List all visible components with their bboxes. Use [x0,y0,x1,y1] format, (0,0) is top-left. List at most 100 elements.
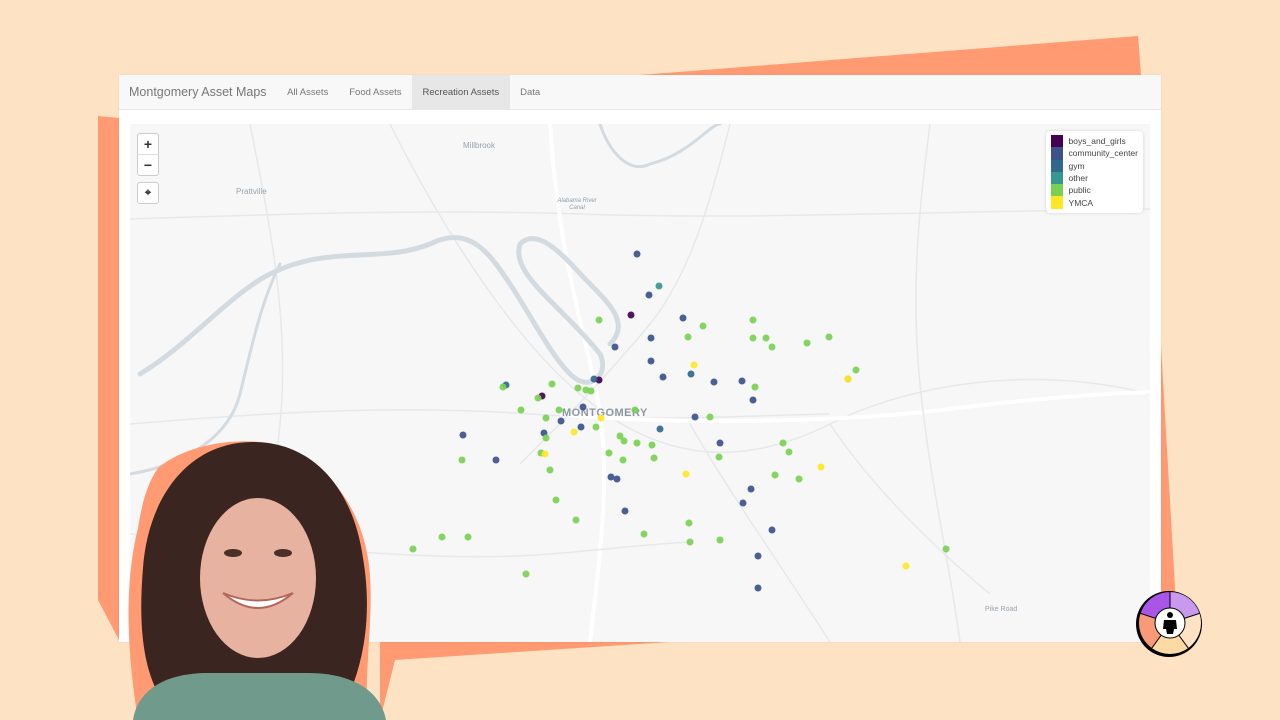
map-marker-community-center[interactable] [633,250,641,257]
tab-all-assets[interactable]: All Assets [277,75,339,109]
map-marker-community-center[interactable] [738,377,746,385]
locate-icon[interactable]: ⌖ [138,183,158,203]
map-marker-public[interactable] [749,316,757,324]
map-marker-public[interactable] [546,466,554,474]
map-marker-public[interactable] [762,334,770,342]
map-marker-community-center[interactable] [768,526,776,534]
map-marker-public[interactable] [592,423,600,431]
highway [559,390,1150,423]
map-marker-community-center[interactable] [611,343,618,351]
map-marker-gym[interactable] [590,375,598,383]
zoom-control: + − [137,133,159,176]
map-marker-public[interactable] [572,516,580,524]
map-marker-community-center[interactable] [613,475,621,483]
map-marker-public[interactable] [587,387,595,395]
map-marker-other[interactable] [655,282,663,290]
map-marker-community-center[interactable] [459,431,467,439]
map-marker-ymca[interactable] [817,463,825,471]
map-marker-public[interactable] [438,533,446,541]
map-marker-public[interactable] [771,471,779,479]
eye [274,549,292,557]
map-marker-public[interactable] [785,448,793,456]
map-marker-public[interactable] [749,334,757,342]
map-marker-public[interactable] [715,453,723,461]
map-marker-community-center[interactable] [621,507,629,515]
map-marker-public[interactable] [686,538,694,545]
map-marker-community-center[interactable] [710,378,718,386]
map-marker-public[interactable] [852,366,860,374]
map-marker-public[interactable] [779,439,787,447]
app-brand[interactable]: Montgomery Asset Maps [119,75,277,109]
map-marker-community-center[interactable] [691,413,699,421]
map-marker-public[interactable] [684,333,692,341]
map-marker-public[interactable] [605,449,613,457]
map-marker-community-center[interactable] [647,334,655,342]
map-marker-public[interactable] [795,475,803,483]
map-marker-boys-and-girls[interactable] [627,311,635,319]
map-marker-community-center[interactable] [754,584,762,592]
map-marker-public[interactable] [716,536,724,544]
map-marker-ymca[interactable] [682,470,690,478]
map-marker-public[interactable] [534,394,542,402]
map-marker-community-center[interactable] [749,396,757,404]
map-marker-public[interactable] [542,434,550,442]
map-marker-community-center[interactable] [579,403,587,411]
map-marker-public[interactable] [458,456,465,464]
person-wheel-logo [1136,591,1202,657]
map-marker-public[interactable] [548,380,556,388]
map-marker-gym[interactable] [687,370,695,378]
map-marker-community-center[interactable] [645,291,653,299]
map-marker-ymca[interactable] [597,414,605,422]
map-marker-public[interactable] [942,545,950,553]
map-marker-public[interactable] [706,413,714,421]
map-marker-public[interactable] [517,406,525,414]
map-marker-ymca[interactable] [570,428,578,436]
map-marker-community-center[interactable] [492,456,500,464]
map-marker-gym[interactable] [656,425,664,433]
map-marker-public[interactable] [542,414,550,422]
map-marker-ymca[interactable] [541,450,549,458]
legend-label: YMCA [1068,197,1094,208]
map-marker-public[interactable] [620,437,628,445]
map-marker-public[interactable] [522,570,530,578]
map-marker-community-center[interactable] [577,423,585,431]
map-marker-public[interactable] [699,322,707,329]
map-marker-public[interactable] [595,316,603,324]
map-marker-public[interactable] [631,406,639,414]
zoom-in-button[interactable]: + [138,134,158,154]
map-marker-public[interactable] [751,383,759,391]
map-marker-ymca[interactable] [690,361,698,369]
map-marker-public[interactable] [409,545,417,553]
map-marker-public[interactable] [803,339,811,347]
legend-swatch [1050,171,1063,185]
map-marker-public[interactable] [825,333,833,341]
map-marker-community-center[interactable] [739,499,747,507]
tab-food-assets[interactable]: Food Assets [339,75,412,109]
map-marker-public[interactable] [633,439,641,447]
map-marker-public[interactable] [619,456,627,464]
map-marker-public[interactable] [499,383,507,391]
zoom-out-button[interactable]: − [138,154,158,175]
legend-swatch [1050,135,1063,148]
map-marker-public[interactable] [648,441,656,449]
place-label-prattville: Prattville [236,187,267,196]
map-marker-community-center[interactable] [716,439,724,447]
map-marker-public[interactable] [555,406,563,414]
tab-recreation-assets[interactable]: Recreation Assets [412,75,510,109]
map-marker-public[interactable] [685,519,693,527]
map-marker-ymca[interactable] [902,562,910,570]
map-marker-public[interactable] [464,533,472,541]
map-marker-community-center[interactable] [557,417,565,425]
map-marker-community-center[interactable] [754,552,762,560]
map-marker-community-center[interactable] [647,357,655,365]
map-marker-community-center[interactable] [659,373,667,381]
map-marker-public[interactable] [768,343,776,351]
map-marker-public[interactable] [552,496,560,504]
map-marker-public[interactable] [574,384,582,392]
map-marker-community-center[interactable] [747,485,755,493]
map-marker-community-center[interactable] [679,314,687,322]
map-marker-public[interactable] [640,530,648,538]
map-marker-public[interactable] [650,454,658,462]
tab-data[interactable]: Data [510,75,551,109]
map-marker-ymca[interactable] [844,375,852,383]
